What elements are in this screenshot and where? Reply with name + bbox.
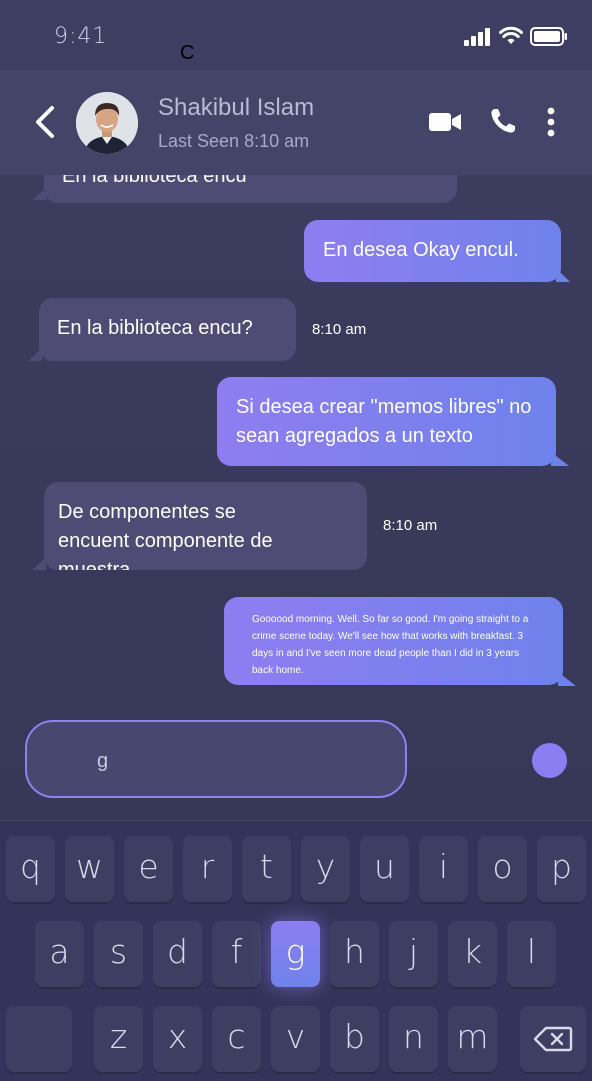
key-k[interactable]: k — [448, 921, 497, 987]
bubble-tail — [32, 557, 46, 570]
key-b[interactable]: b — [330, 1006, 379, 1072]
key-f[interactable]: f — [212, 921, 261, 987]
key-h[interactable]: h — [330, 921, 379, 987]
cellular-signal-icon — [464, 28, 490, 46]
message-outgoing[interactable]: Goooood morning. Well. So far so good. I… — [224, 597, 563, 685]
message-incoming[interactable]: De componentes se encuent componente de … — [44, 482, 367, 570]
key-r[interactable]: r — [183, 836, 232, 902]
back-arrow-icon[interactable] — [30, 102, 60, 142]
shift-key[interactable] — [6, 1006, 72, 1072]
keyboard: q w e r t y u i o p a s d f g h j k l z … — [0, 820, 592, 1081]
send-dot-icon[interactable] — [532, 743, 567, 778]
key-e[interactable]: e — [124, 836, 173, 902]
contact-name[interactable]: Shakibul Islam — [158, 94, 314, 122]
avatar-portrait-icon — [76, 92, 138, 154]
phone-icon[interactable] — [489, 107, 517, 135]
key-i[interactable]: i — [419, 836, 468, 902]
key-c[interactable]: c — [212, 1006, 261, 1072]
message-input[interactable]: g — [25, 720, 407, 798]
key-z[interactable]: z — [94, 1006, 143, 1072]
backspace-icon — [533, 1026, 573, 1052]
bubble-tail — [28, 348, 42, 361]
battery-icon — [530, 27, 567, 46]
message-incoming[interactable]: En la biblioteca encu? — [39, 298, 296, 361]
message-text: De componentes se encuent componente de … — [58, 501, 273, 570]
last-seen-status: Last Seen 8:10 am — [158, 131, 310, 151]
bubble-tail — [32, 188, 46, 200]
key-o[interactable]: o — [478, 836, 527, 902]
backspace-key[interactable] — [520, 1006, 586, 1072]
key-m[interactable]: m — [448, 1006, 497, 1072]
status-time: 9:41 — [54, 24, 108, 49]
key-d[interactable]: d — [153, 921, 202, 987]
key-j[interactable]: j — [389, 921, 438, 987]
wifi-icon — [499, 26, 523, 44]
message-text: Goooood morning. Well. So far so good. I… — [252, 614, 529, 676]
video-call-icon[interactable] — [428, 110, 462, 134]
more-vertical-icon[interactable] — [540, 106, 562, 138]
message-outgoing[interactable]: Si desea crear "memos libres" no sean ag… — [217, 377, 556, 466]
message-input-value: g — [97, 750, 109, 772]
key-a[interactable]: a — [35, 921, 84, 987]
key-g[interactable]: g — [271, 921, 320, 987]
bubble-tail — [556, 268, 570, 282]
key-t[interactable]: t — [242, 836, 291, 902]
key-q[interactable]: q — [6, 836, 55, 902]
message-time: 8:10 am — [312, 321, 367, 338]
message-text: En la biblioteca encu? — [57, 317, 253, 339]
key-p[interactable]: p — [537, 836, 586, 902]
message-time: 8:10 am — [383, 517, 438, 534]
key-s[interactable]: s — [94, 921, 143, 987]
key-l[interactable]: l — [507, 921, 556, 987]
bubble-tail — [558, 672, 576, 686]
avatar[interactable] — [76, 92, 138, 154]
message-text: En desea Okay encul. — [323, 239, 519, 261]
message-outgoing[interactable]: En desea Okay encul. — [304, 220, 561, 282]
key-w[interactable]: w — [65, 836, 114, 902]
key-x[interactable]: x — [153, 1006, 202, 1072]
chat-header: Shakibul Islam Last Seen 8:10 am — [0, 70, 592, 175]
key-v[interactable]: v — [271, 1006, 320, 1072]
bubble-tail — [551, 452, 569, 466]
key-u[interactable]: u — [360, 836, 409, 902]
status-stray-char: C — [180, 42, 195, 64]
key-n[interactable]: n — [389, 1006, 438, 1072]
key-y[interactable]: y — [301, 836, 350, 902]
message-text: Si desea crear "memos libres" no sean ag… — [236, 396, 532, 447]
